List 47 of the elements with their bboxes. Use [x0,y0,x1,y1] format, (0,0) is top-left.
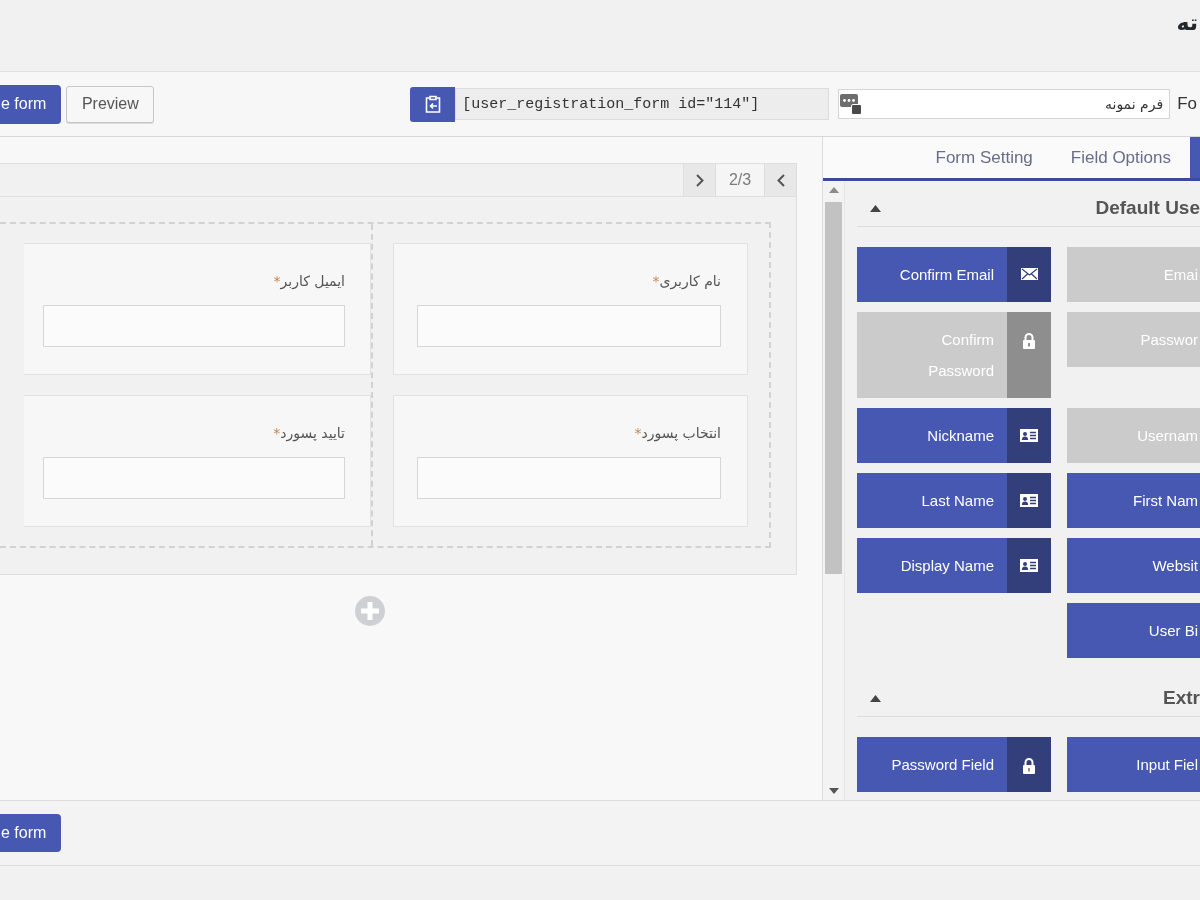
collapse-icon[interactable] [870,694,881,702]
chat-bubble-icon [840,93,863,115]
form-name-field[interactable]: فرم نمونه [838,89,1171,119]
preview-button[interactable]: Preview [66,85,155,123]
field-type-button[interactable]: Confirm Email [857,247,1051,302]
text-input-field[interactable] [43,305,345,347]
id-card-icon [1007,408,1051,463]
collapse-icon[interactable] [870,204,881,212]
field-type-button[interactable]: Display Name [857,538,1051,593]
copy-shortcode-button[interactable] [410,86,456,122]
text-input-field[interactable] [417,305,721,347]
page-title: ته [1176,9,1198,37]
envelope-icon [1007,247,1051,302]
id-card-icon [1007,473,1051,528]
next-button[interactable] [683,164,715,196]
text-input-field[interactable] [417,457,721,499]
page-indicator: 2/3 [715,164,764,196]
field-label: ایمیل کاربر* [273,272,345,292]
field-type-button[interactable]: Websit [1067,538,1200,593]
field-type-button[interactable]: Password Field [857,737,1051,792]
scrollbar-thumb[interactable] [825,202,842,574]
primary-button[interactable]: e form [0,84,62,124]
form-name-label: Fo [1177,94,1197,114]
field-type-button[interactable]: Input Fiel [1067,737,1200,792]
chevron-left-icon [776,173,785,187]
field-type-button[interactable]: User Bi [1067,603,1200,658]
field-type-button[interactable]: First Nam [1067,473,1200,528]
section-title: Extr [1163,687,1200,709]
clipboard-icon [424,95,441,113]
field-type-button[interactable]: Last Name [857,473,1051,528]
text-input-field[interactable] [43,457,345,499]
section-title: Default Use [1095,197,1200,219]
id-card-icon [1007,538,1051,593]
sidebar-tab[interactable]: Field Options [1051,137,1190,178]
sidebar-tab[interactable]: Form Setting [916,137,1052,178]
field-label: انتخاب پسورد* [634,424,721,444]
lock-icon [1007,737,1051,792]
primary-button[interactable]: e form [0,814,62,852]
field-type-button[interactable]: Nickname [857,408,1051,463]
previous-button[interactable] [764,164,796,196]
chevron-right-icon [695,173,704,187]
scroll-up-icon[interactable] [828,187,839,193]
scroll-down-icon[interactable] [828,788,839,794]
field-label: تایید پسورد* [273,424,345,444]
lock-icon [1007,312,1051,398]
field-label: نام کاربری* [652,272,721,292]
shortcode-field[interactable]: [user_registration_form id="114"] [455,88,830,120]
